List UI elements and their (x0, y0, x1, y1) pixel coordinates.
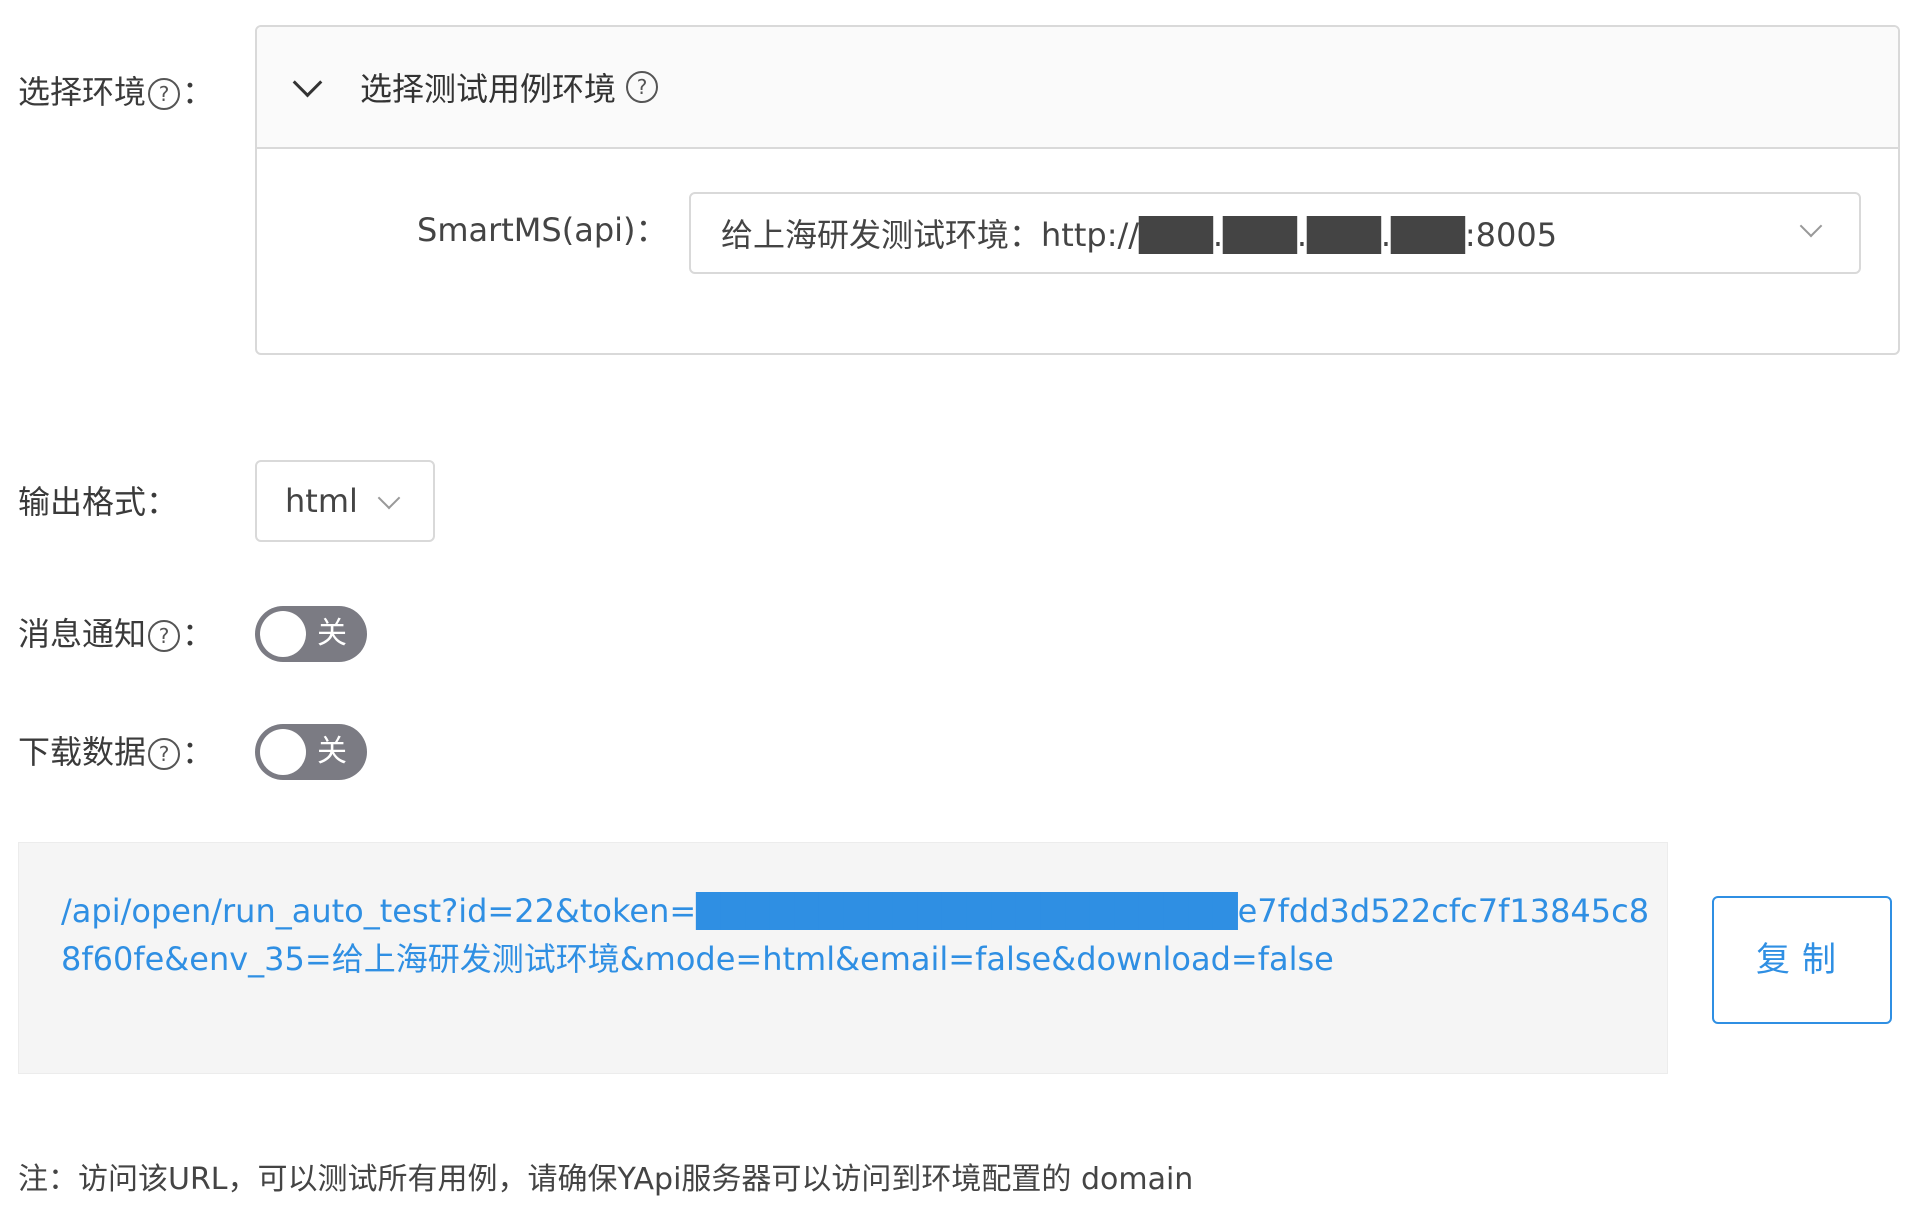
switch-state-text: 关 (317, 616, 347, 651)
download-data-label: 下载数据?： (18, 733, 215, 771)
message-notify-label: 消息通知?： (18, 615, 215, 653)
output-format-label: 输出格式： (18, 483, 179, 521)
help-circle-icon[interactable]: ? (148, 620, 181, 652)
env-select[interactable]: 给上海研发测试环境：http://███.███.███.███:8005 (689, 192, 1861, 274)
switch-knob (260, 729, 306, 775)
chevron-down-icon (377, 486, 401, 510)
env-collapse-panel: 选择测试用例环境 ? SmartMS(api)： 给上海研发测试环境：http:… (255, 25, 1900, 355)
chevron-down-icon (1799, 214, 1823, 238)
env-select-value: 给上海研发测试环境：http://███.███.███.███:8005 (721, 216, 1558, 254)
chevron-down-icon[interactable] (292, 67, 323, 97)
project-env-label: SmartMS(api)： (417, 211, 668, 249)
message-notify-switch[interactable]: 关 (255, 606, 367, 662)
help-circle-icon[interactable]: ? (148, 78, 181, 110)
output-format-value: html (285, 482, 358, 520)
collapse-title: 选择测试用例环境 ? (360, 64, 660, 110)
switch-state-text: 关 (317, 734, 347, 769)
env-collapse-header[interactable]: 选择测试用例环境 ? (257, 27, 1898, 149)
help-circle-icon[interactable]: ? (626, 71, 659, 103)
switch-knob (260, 611, 306, 657)
note-text: 注：访问该URL，可以测试所有用例，请确保YApi服务器可以访问到环境配置的 d… (18, 1162, 1194, 1197)
url-box: /api/open/run_auto_test?id=22&token=████… (18, 842, 1668, 1074)
help-circle-icon[interactable]: ? (148, 738, 181, 770)
output-format-select[interactable]: html (255, 460, 435, 542)
download-data-switch[interactable]: 关 (255, 724, 367, 780)
test-url-text[interactable]: /api/open/run_auto_test?id=22&token=████… (61, 887, 1651, 983)
copy-button[interactable]: 复制 (1712, 896, 1892, 1024)
env-label: 选择环境?： (18, 73, 215, 111)
